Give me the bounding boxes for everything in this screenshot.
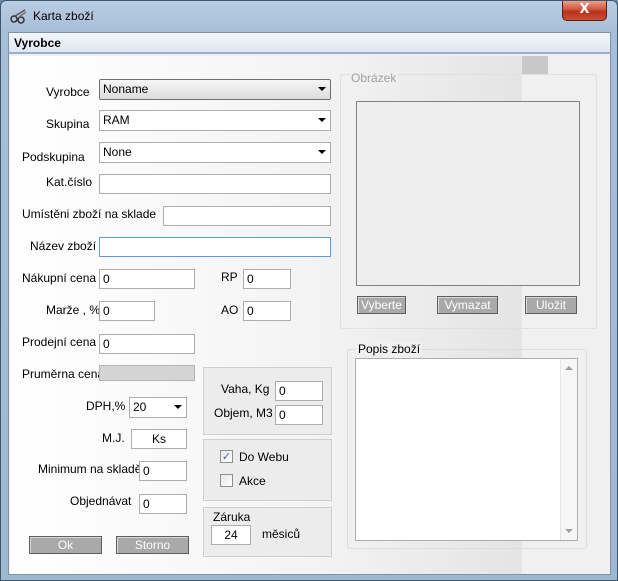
minimum-label: Minimum na skladě (38, 462, 142, 476)
mj-label: M.J. (102, 431, 125, 445)
marze-label: Marže , % (46, 303, 101, 317)
marze-input[interactable]: 0 (99, 301, 155, 321)
image-picturebox[interactable] (356, 101, 580, 286)
storno-button[interactable]: Storno (116, 536, 189, 554)
select-image-button[interactable]: Vyberte (357, 296, 406, 314)
nakupni-cena-input[interactable]: 0 (99, 269, 195, 289)
skupina-select[interactable]: RAM (99, 110, 331, 131)
warranty-unit: měsiců (262, 527, 301, 541)
vyrobce-select[interactable]: Noname (99, 79, 331, 100)
podskupina-value: None (103, 145, 132, 159)
ao-label: AO (221, 303, 239, 317)
mj-input[interactable]: Ks (131, 429, 187, 449)
minimum-input[interactable]: 0 (139, 461, 187, 481)
kat-cislo-label: Kat.číslo (46, 175, 93, 189)
akce-label[interactable]: Akce (239, 474, 266, 488)
objednavat-input[interactable]: 0 (139, 494, 187, 514)
nazev-input[interactable] (99, 237, 331, 257)
description-scrollbar[interactable] (560, 359, 577, 540)
scroll-down-icon[interactable] (565, 529, 573, 533)
objem-input[interactable]: 0 (275, 405, 323, 425)
chevron-down-icon (174, 405, 182, 409)
warranty-input[interactable]: 24 (211, 525, 251, 545)
description-textarea[interactable] (355, 358, 578, 541)
karta-zbozi-window: Karta zboží X Vyrobce Vyrobce Noname Sku… (0, 0, 618, 581)
group-title: Vyrobce (14, 36, 61, 50)
window-title: Karta zboží (33, 9, 94, 23)
dph-value: 20 (133, 400, 147, 414)
dph-label: DPH,% (86, 399, 126, 413)
scroll-up-icon[interactable] (565, 366, 573, 370)
save-image-button[interactable]: Uložit (525, 296, 577, 314)
rp-input[interactable]: 0 (243, 269, 291, 289)
warranty-title: Záruka (213, 510, 251, 524)
scissors-app-icon (10, 9, 27, 24)
podskupina-select[interactable]: None (99, 142, 331, 163)
skupina-value: RAM (103, 113, 130, 127)
vyrobce-label: Vyrobce (46, 85, 90, 99)
akce-checkbox[interactable] (220, 474, 233, 487)
objem-label: Objem, M3 (214, 406, 273, 420)
skupina-label: Skupina (46, 117, 90, 131)
podskupina-label: Podskupina (22, 150, 85, 164)
panel-divider (522, 56, 548, 74)
ao-input[interactable]: 0 (243, 301, 291, 321)
umisteni-label: Umístěni zboží na sklade (22, 207, 157, 221)
vaha-label: Vaha, Kg (221, 382, 270, 396)
prumerna-cena-label: Pruměrna cena (22, 367, 105, 381)
objednavat-label: Objednávat (70, 494, 132, 508)
prodejni-cena-label: Prodejní cena (22, 335, 97, 349)
vaha-input[interactable]: 0 (275, 381, 323, 401)
nakupni-cena-label: Nákupní cena (22, 271, 97, 285)
checkmark-icon: ✓ (221, 450, 232, 463)
vyrobce-group-header: Vyrobce (9, 33, 610, 54)
dph-select[interactable]: 20 (129, 397, 187, 418)
ok-button[interactable]: Ok (29, 536, 102, 554)
chevron-down-icon (318, 118, 326, 122)
nazev-label: Název zboží (30, 239, 97, 253)
rp-label: RP (221, 270, 238, 284)
kat-cislo-input[interactable] (99, 174, 331, 194)
close-button[interactable]: X (562, 1, 607, 21)
delete-image-button[interactable]: Vymazat (437, 296, 498, 314)
chevron-down-icon (318, 87, 326, 91)
umisteni-input[interactable] (163, 206, 331, 226)
do-webu-label[interactable]: Do Webu (239, 450, 289, 464)
flags-panel (203, 439, 332, 501)
image-group-title: Obrázek (349, 71, 399, 85)
client-area: Vyrobce Vyrobce Noname Skupina RAM Podsk… (8, 32, 611, 575)
chevron-down-icon (318, 150, 326, 154)
vyrobce-value: Noname (103, 82, 149, 96)
description-title: Popis zboží (356, 342, 423, 356)
title-bar[interactable]: Karta zboží X (1, 1, 617, 31)
prodejni-cena-input[interactable]: 0 (99, 334, 195, 354)
do-webu-checkbox[interactable]: ✓ (220, 450, 233, 463)
prumerna-cena-field (99, 365, 195, 381)
